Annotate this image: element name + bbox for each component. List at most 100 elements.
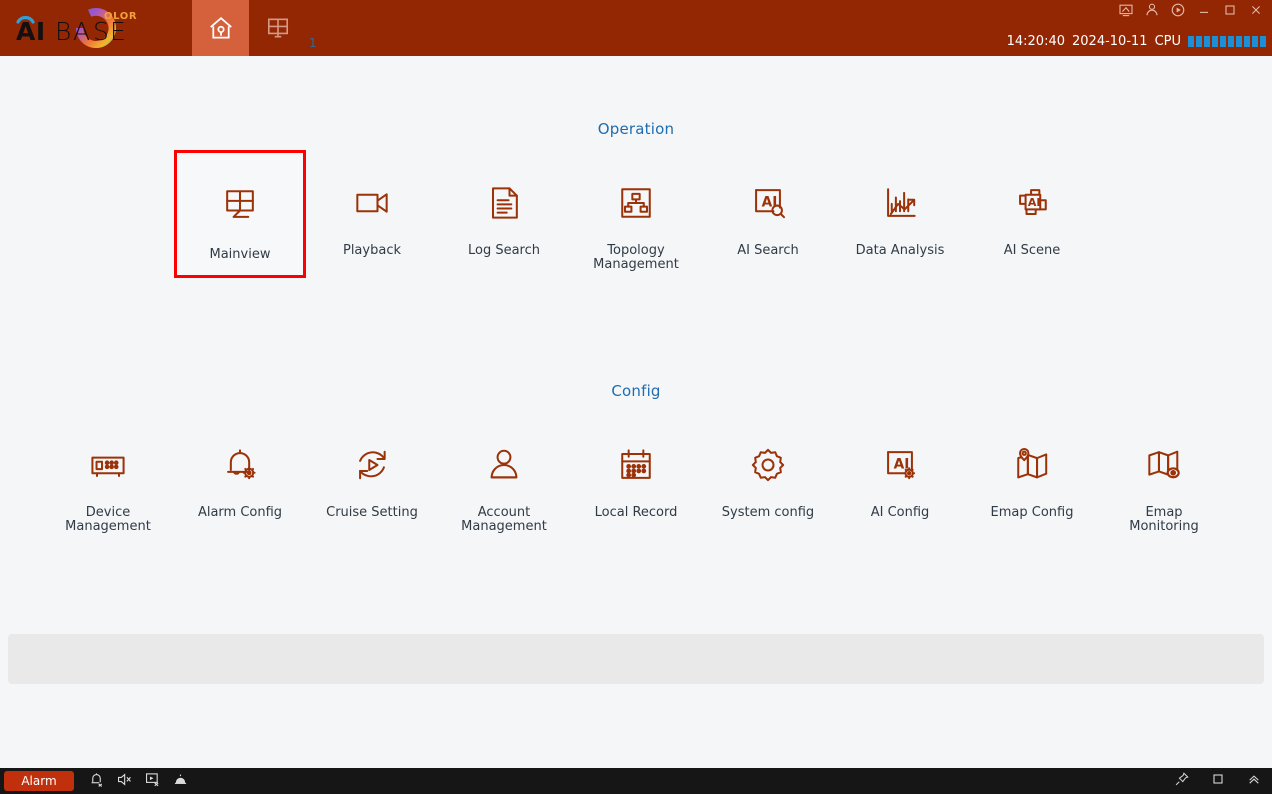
svg-text:A: A (73, 17, 91, 46)
tile-system-config[interactable]: System config (702, 412, 834, 537)
gear-icon (746, 435, 790, 495)
tile-account-management[interactable]: Account Management (438, 412, 570, 537)
tile-mainview[interactable]: Mainview (174, 150, 306, 278)
nvr-device-icon (86, 435, 130, 495)
video-camera-icon (350, 173, 394, 233)
ai-gear-icon: AI (878, 435, 922, 495)
mainview-grid-icon (267, 18, 288, 38)
svg-text:OLOR: OLOR (104, 11, 137, 22)
tile-label: Cruise Setting (326, 505, 418, 520)
map-pin-icon (1010, 435, 1054, 495)
tile-emap-monitoring[interactable]: Emap Monitoring (1098, 412, 1230, 537)
ai-search-icon: AI (746, 173, 790, 233)
cpu-block (1252, 36, 1258, 47)
cruise-refresh-play-icon (350, 435, 394, 495)
tile-label: AI Config (870, 505, 930, 520)
window-controls (1118, 2, 1264, 22)
minimize-icon[interactable] (1196, 2, 1212, 22)
taskbar: Alarm (0, 768, 1272, 794)
operation-section-title: Operation (597, 120, 675, 138)
config-section-title: Config (611, 382, 661, 400)
svg-text:B: B (55, 17, 73, 46)
tile-topology-management[interactable]: Topology Management (570, 150, 702, 278)
record-icon[interactable] (1170, 2, 1186, 22)
home-content: Operation Mainview Playback Log Search Topo… (0, 56, 1272, 768)
tile-emap-config[interactable]: Emap Config (966, 412, 1098, 537)
cpu-block (1188, 36, 1194, 47)
tile-label: Log Search (467, 243, 540, 258)
close-icon[interactable] (1248, 2, 1264, 22)
tab-mainview[interactable]: 1 (249, 0, 317, 56)
calendar-icon (614, 435, 658, 495)
cpu-block (1204, 36, 1210, 47)
svg-text:AI: AI (762, 195, 778, 211)
tile-playback[interactable]: Playback (306, 150, 438, 278)
cpu-block (1196, 36, 1202, 47)
tile-label: AI Scene (1003, 243, 1061, 258)
app-logo: AI B A S E OLOR (14, 6, 164, 50)
user-icon[interactable] (1144, 2, 1160, 22)
bell-gear-icon (218, 435, 262, 495)
home-icon (209, 17, 232, 39)
screen-off-icon[interactable] (144, 771, 161, 792)
cpu-block (1260, 36, 1266, 47)
alarm-button[interactable]: Alarm (4, 771, 74, 791)
status-time: 14:20:40 (1006, 34, 1065, 49)
cpu-block (1244, 36, 1250, 47)
map-eye-icon (1142, 435, 1186, 495)
cpu-block (1228, 36, 1234, 47)
tile-ai-config[interactable]: AI AI Config (834, 412, 966, 537)
square-icon[interactable] (1210, 771, 1226, 791)
tile-label: Mainview (209, 247, 271, 262)
tile-label: AI Search (737, 243, 799, 258)
config-tile-grid: Device Management Alarm Config Cruise Setti… (0, 412, 1272, 537)
tab-strip: 1 (192, 0, 317, 56)
screen-icon[interactable] (1118, 2, 1134, 22)
cpu-block (1236, 36, 1242, 47)
application-window: AI B A S E OLOR 1 14:20:40 2024-10-11 CP… (0, 0, 1272, 794)
bar-chart-arrow-icon (878, 173, 922, 233)
cpu-block (1212, 36, 1218, 47)
status-line: 14:20:40 2024-10-11 CPU (1007, 34, 1266, 49)
operation-tile-grid: Mainview Playback Log Search Topology Manage… (0, 150, 1272, 278)
tile-log-search[interactable]: Log Search (438, 150, 570, 278)
tile-alarm-config[interactable]: Alarm Config (174, 412, 306, 537)
svg-text:AI: AI (1028, 196, 1041, 209)
tile-label: Emap Config (990, 505, 1074, 520)
tile-ai-scene[interactable]: AI AI Scene (966, 150, 1098, 278)
tile-device-management[interactable]: Device Management (42, 412, 174, 537)
maximize-icon[interactable] (1222, 2, 1238, 22)
taskbar-tray-left (88, 771, 189, 792)
svg-text:AI: AI (16, 17, 46, 46)
mainview-monitor-icon (218, 175, 262, 235)
tile-label: Topology Management (593, 243, 679, 272)
bell-muted-icon[interactable] (88, 771, 105, 792)
tile-label: Local Record (594, 505, 678, 520)
tab-badge-count: 1 (309, 36, 317, 50)
person-icon (482, 435, 526, 495)
tile-local-record[interactable]: Local Record (570, 412, 702, 537)
tile-label: Device Management (65, 505, 151, 534)
tile-label: Playback (342, 243, 401, 258)
tab-home[interactable] (192, 0, 249, 56)
tile-cruise-setting[interactable]: Cruise Setting (306, 412, 438, 537)
bottom-placeholder-panel (8, 634, 1264, 684)
chevron-double-up-icon[interactable] (1246, 771, 1262, 791)
topology-tree-icon (614, 173, 658, 233)
speaker-muted-icon[interactable] (116, 771, 133, 792)
tile-ai-search[interactable]: AI AI Search (702, 150, 834, 278)
alarm-dome-icon[interactable] (172, 771, 189, 792)
pin-icon[interactable] (1174, 771, 1190, 791)
ai-scene-icon: AI (1010, 173, 1054, 233)
tile-label: Alarm Config (197, 505, 283, 520)
tile-label: System config (721, 505, 815, 520)
document-lines-icon (482, 173, 526, 233)
tile-label: Emap Monitoring (1129, 505, 1199, 534)
status-date: 2024-10-11 (1072, 34, 1148, 49)
title-bar: AI B A S E OLOR 1 14:20:40 2024-10-11 CP… (0, 0, 1272, 56)
tile-label: Data Analysis (855, 243, 945, 258)
tile-data-analysis[interactable]: Data Analysis (834, 150, 966, 278)
cpu-label: CPU (1154, 34, 1181, 49)
tile-label: Account Management (461, 505, 547, 534)
taskbar-tray-right (1174, 771, 1262, 791)
